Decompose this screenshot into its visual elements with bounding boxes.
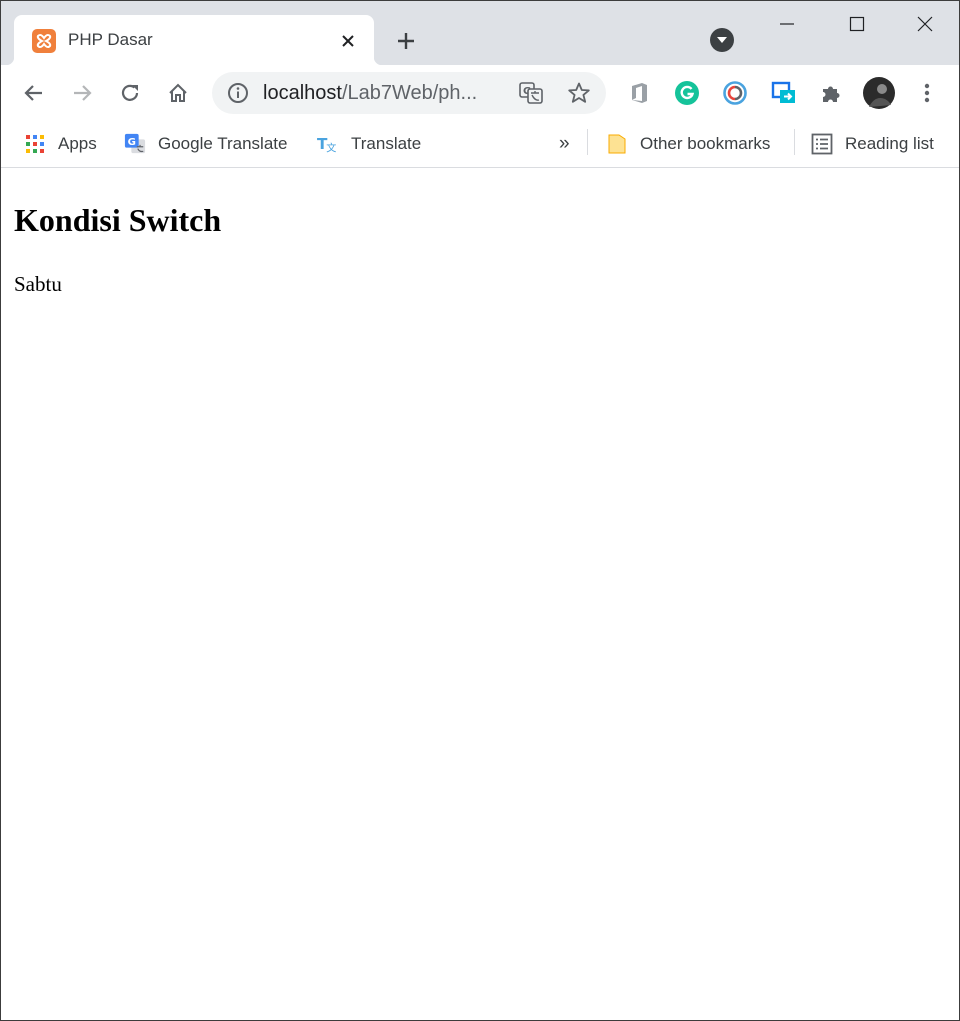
xampp-icon <box>32 29 56 53</box>
bookmark-label: Google Translate <box>158 134 288 153</box>
grammarly-icon[interactable] <box>671 77 703 109</box>
browser-window: PHP Dasar localhost/Lab7Web/ph... G Apps… <box>0 0 960 1021</box>
back-button[interactable] <box>18 77 50 109</box>
bookmark-divider <box>794 129 795 155</box>
bookmark-label: Other bookmarks <box>640 134 771 153</box>
reading-list-button[interactable]: Reading list <box>811 129 934 159</box>
toolbar: localhost/Lab7Web/ph... G <box>1 65 959 121</box>
google-translate-icon: G <box>124 133 146 155</box>
bookmark-apps[interactable]: Apps <box>24 129 97 159</box>
tab-search-icon[interactable] <box>710 28 734 52</box>
sync-icon[interactable] <box>719 77 751 109</box>
forward-button[interactable] <box>66 77 98 109</box>
translate-icon: T文 <box>317 133 339 155</box>
page-content: Kondisi Switch Sabtu <box>1 168 959 1020</box>
info-icon[interactable] <box>227 82 249 104</box>
bookmark-label: Reading list <box>845 134 934 153</box>
office-icon[interactable] <box>623 77 655 109</box>
bookmark-other-bookmarks[interactable]: Other bookmarks <box>606 129 770 159</box>
maximize-button[interactable] <box>823 1 891 47</box>
reading-list-icon <box>811 133 833 155</box>
close-window-button[interactable] <box>891 1 959 47</box>
url-text: localhost/Lab7Web/ph... <box>263 82 477 105</box>
bookmark-star-icon[interactable] <box>567 81 591 105</box>
new-tab-button[interactable] <box>392 27 420 55</box>
bookmark-label: Translate <box>351 134 422 153</box>
bookmark-label: Apps <box>58 134 97 153</box>
address-bar[interactable]: localhost/Lab7Web/ph... G <box>212 72 606 114</box>
bookmarks-overflow-button[interactable]: » <box>559 129 570 159</box>
tab-strip: PHP Dasar <box>1 1 959 65</box>
menu-icon[interactable] <box>911 77 943 109</box>
overflow-label: » <box>559 133 570 154</box>
url-path: /Lab7Web/ph... <box>341 82 478 104</box>
bookmark-divider <box>587 129 588 155</box>
switch-result-text: Sabtu <box>14 272 62 296</box>
reload-button[interactable] <box>114 77 146 109</box>
svg-text:文: 文 <box>326 142 336 155</box>
svg-text:G: G <box>128 137 136 148</box>
tab-title: PHP Dasar <box>68 30 153 49</box>
tab-php-dasar[interactable]: PHP Dasar <box>6 15 382 65</box>
home-button[interactable] <box>162 77 194 109</box>
apps-grid-icon <box>24 133 46 155</box>
avatar[interactable] <box>863 77 895 109</box>
minimize-button[interactable] <box>753 1 821 47</box>
cast-icon[interactable] <box>768 77 800 109</box>
bookmark-google-translate[interactable]: G Google Translate <box>124 129 287 159</box>
bookmarks-bar: Apps G Google Translate T文 Translate » O… <box>1 121 959 168</box>
folder-icon <box>606 133 628 155</box>
translate-page-icon[interactable]: G <box>519 82 543 104</box>
close-icon[interactable] <box>336 29 360 53</box>
page-heading: Kondisi Switch <box>14 202 222 238</box>
bookmark-translate[interactable]: T文 Translate <box>317 129 421 159</box>
puzzle-icon[interactable] <box>816 77 848 109</box>
url-host: localhost <box>263 82 342 104</box>
